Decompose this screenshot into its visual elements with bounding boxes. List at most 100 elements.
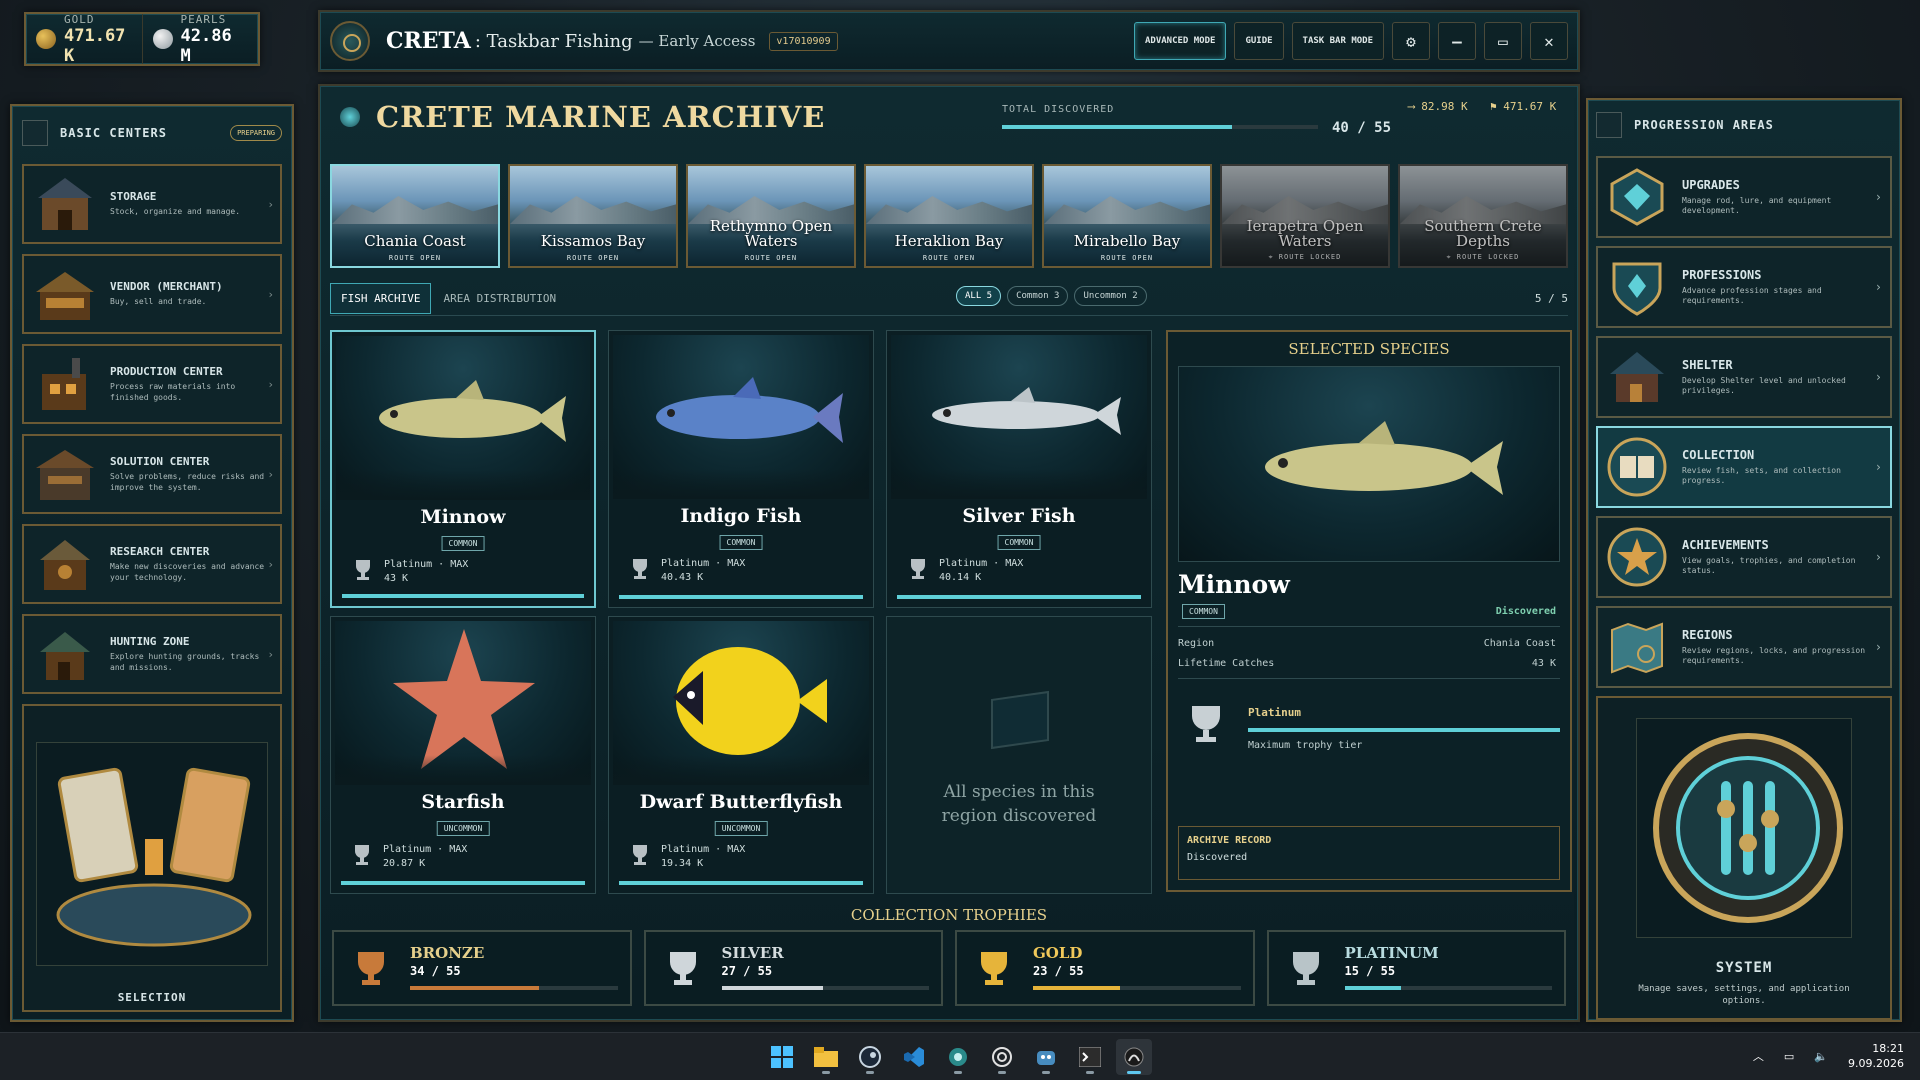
clock-date: 9.09.2026 — [1848, 1057, 1904, 1071]
upgrades-card[interactable]: UPGRADES Manage rod, lure, and equipment … — [1596, 156, 1892, 238]
vendor-card[interactable]: VENDOR (MERCHANT) Buy, sell and trade. › — [22, 254, 282, 334]
chevron-right-icon: › — [267, 287, 274, 301]
selected-fish-status: Discovered — [1495, 606, 1556, 617]
trophy-icon — [356, 560, 370, 580]
pearls-label: PEARLS — [180, 12, 227, 26]
archive-tabs: FISH ARCHIVE AREA DISTRIBUTION ALL 5 Com… — [330, 282, 1568, 316]
filter-common[interactable]: Common 3 — [1007, 286, 1069, 306]
storage-desc: Stock, organize and manage. — [110, 207, 241, 217]
catches-row: Lifetime Catches 43 K — [1178, 658, 1556, 669]
solution-center-card[interactable]: SOLUTION CENTER Solve problems, reduce ri… — [22, 434, 282, 514]
fish-card-starfish[interactable]: Starfish UNCOMMON Platinum · MAX 20.87 K — [330, 616, 596, 894]
gold-trophy-icon — [981, 952, 1007, 985]
chevron-right-icon: › — [1874, 550, 1882, 564]
fish-card-butterflyfish[interactable]: Dwarf Butterflyfish UNCOMMON Platinum · … — [608, 616, 874, 894]
production-center-card[interactable]: PRODUCTION CENTER Process raw materials i… — [22, 344, 282, 424]
trophy-platinum[interactable]: PLATINUM 15 / 55 — [1266, 930, 1566, 1006]
trophy-gold[interactable]: GOLD 23 / 55 — [955, 930, 1255, 1006]
region-southern-crete[interactable]: Southern Crete Depths ⌖ ROUTE LOCKED — [1398, 164, 1568, 268]
region-ierapetra[interactable]: Ierapetra Open Waters ⌖ ROUTE LOCKED — [1220, 164, 1390, 268]
region-rethymno[interactable]: Rethymno Open Waters ROUTE OPEN — [686, 164, 856, 268]
progression-icon — [1596, 112, 1622, 138]
tab-fish-archive[interactable]: FISH ARCHIVE — [330, 283, 432, 314]
silver-trophy-icon — [669, 952, 696, 985]
close-button[interactable]: ✕ — [1530, 22, 1568, 60]
hunting-icon — [32, 622, 98, 686]
gold-display: GOLD 471.67 K — [26, 13, 143, 66]
app-name: CRETA — [386, 28, 471, 54]
regions-card[interactable]: REGIONS Review regions, locks, and progre… — [1596, 606, 1892, 688]
trophy-silver[interactable]: SILVER 27 / 55 — [643, 930, 943, 1006]
tier-label: Platinum — [1248, 706, 1301, 719]
settings-icon[interactable]: ⚙ — [1392, 22, 1430, 60]
fish-card-indigo[interactable]: Indigo Fish COMMON Platinum · MAX 40.43 K — [608, 330, 874, 608]
filter-all[interactable]: ALL 5 — [956, 286, 1002, 306]
steam-icon[interactable] — [852, 1039, 888, 1075]
chevron-right-icon: › — [1874, 640, 1882, 654]
windows-start-icon[interactable] — [764, 1039, 800, 1075]
system-title: SYSTEM — [1715, 960, 1773, 976]
tab-area-distribution[interactable]: AREA DISTRIBUTION — [433, 284, 566, 313]
discovered-count: 40 / 55 — [1332, 120, 1392, 136]
selection-card[interactable]: SELECTION — [22, 704, 282, 1012]
network-icon[interactable]: ▭ — [1784, 1050, 1794, 1063]
archive-emblem-icon — [340, 107, 360, 127]
region-mirabello-bay[interactable]: Mirabello Bay ROUTE OPEN — [1042, 164, 1212, 268]
pearls-display: PEARLS 42.86 M — [143, 12, 259, 66]
achievements-star-icon — [1606, 526, 1668, 588]
region-strip: Chania Coast ROUTE OPEN Kissamos Bay ROUTE… — [330, 164, 1568, 268]
research-label: RESEARCH CENTER — [110, 545, 210, 559]
system-card[interactable]: SYSTEM Manage saves, settings, and appli… — [1596, 696, 1892, 1020]
restore-button[interactable]: ▭ — [1484, 22, 1522, 60]
collection-book-icon — [1606, 436, 1668, 498]
terminal-icon[interactable] — [1072, 1039, 1108, 1075]
region-heraklion-bay[interactable]: Heraklion Bay ROUTE OPEN — [864, 164, 1034, 268]
trophy-bronze[interactable]: BRONZE 34 / 55 — [332, 930, 632, 1006]
empty-slot-card: All species in this region discovered — [886, 616, 1152, 894]
hunting-label: HUNTING ZONE — [110, 635, 190, 649]
regions-map-icon — [1606, 616, 1668, 678]
vendor-label: VENDOR (MERCHANT) — [110, 280, 223, 294]
collection-trophies: COLLECTION TROPHIES BRONZE 34 / 55 SILVER… — [330, 906, 1568, 1014]
total-discovered: TOTAL DISCOVERED 40 / 55 — [1002, 104, 1391, 136]
chatgpt-icon[interactable] — [984, 1039, 1020, 1075]
shelter-card[interactable]: SHELTER Develop Shelter level and unlocke… — [1596, 336, 1892, 418]
chevron-right-icon: › — [267, 557, 274, 571]
chevron-up-icon[interactable]: ︿ — [1753, 1048, 1764, 1064]
minimize-button[interactable]: — — [1438, 22, 1476, 60]
bronze-trophy-icon — [358, 952, 384, 985]
collection-card[interactable]: COLLECTION Review fish, sets, and collect… — [1596, 426, 1892, 508]
region-kissamos-bay[interactable]: Kissamos Bay ROUTE OPEN — [508, 164, 678, 268]
research-center-card[interactable]: RESEARCH CENTER Make new discoveries and … — [22, 524, 282, 604]
file-explorer-icon[interactable] — [808, 1039, 844, 1075]
hunting-zone-card[interactable]: HUNTING ZONE Explore hunting grounds, tra… — [22, 614, 282, 694]
fish-card-silver[interactable]: Silver Fish COMMON Platinum · MAX 40.14 K — [886, 330, 1152, 608]
volume-icon[interactable]: 🔈 — [1814, 1050, 1828, 1063]
production-desc: Process raw materials into finished good… — [110, 382, 236, 402]
godot-icon[interactable] — [1028, 1039, 1064, 1075]
storage-card[interactable]: STORAGE Stock, organize and manage. › — [22, 164, 282, 244]
advanced-mode-button[interactable]: ADVANCED MODE — [1134, 22, 1227, 60]
game-app-icon[interactable] — [940, 1039, 976, 1075]
trophy-icon — [355, 845, 369, 865]
guide-button[interactable]: GUIDE — [1234, 22, 1284, 60]
creta-game-icon[interactable] — [1116, 1039, 1152, 1075]
region-row: Region Chania Coast — [1178, 638, 1556, 649]
selected-species-heading: SELECTED SPECIES — [1288, 340, 1450, 358]
archive-record: ARCHIVE RECORD Discovered — [1178, 826, 1560, 880]
region-chania-coast[interactable]: Chania Coast ROUTE OPEN — [330, 164, 500, 268]
professions-card[interactable]: PROFESSIONS Advance profession stages and… — [1596, 246, 1892, 328]
achievements-card[interactable]: ACHIEVEMENTS View goals, trophies, and co… — [1596, 516, 1892, 598]
filter-uncommon[interactable]: Uncommon 2 — [1074, 286, 1147, 306]
fish-card-minnow[interactable]: Minnow COMMON Platinum · MAX 43 K — [330, 330, 596, 608]
selected-species-panel: SELECTED SPECIES Minnow COMMON Discovere… — [1166, 330, 1572, 892]
task-bar-mode-button[interactable]: TASK BAR MODE — [1291, 22, 1384, 60]
production-label: PRODUCTION CENTER — [110, 365, 223, 379]
shelter-icon — [1606, 346, 1668, 408]
research-icon — [32, 532, 98, 596]
vscode-icon[interactable] — [896, 1039, 932, 1075]
clock[interactable]: 18:21 9.09.2026 — [1848, 1041, 1904, 1072]
mini-stat-gold: ⚑ 471.67 K — [1490, 100, 1557, 113]
archive-title: CRETE MARINE ARCHIVE — [376, 100, 826, 134]
system-gear-icon — [1636, 718, 1852, 938]
